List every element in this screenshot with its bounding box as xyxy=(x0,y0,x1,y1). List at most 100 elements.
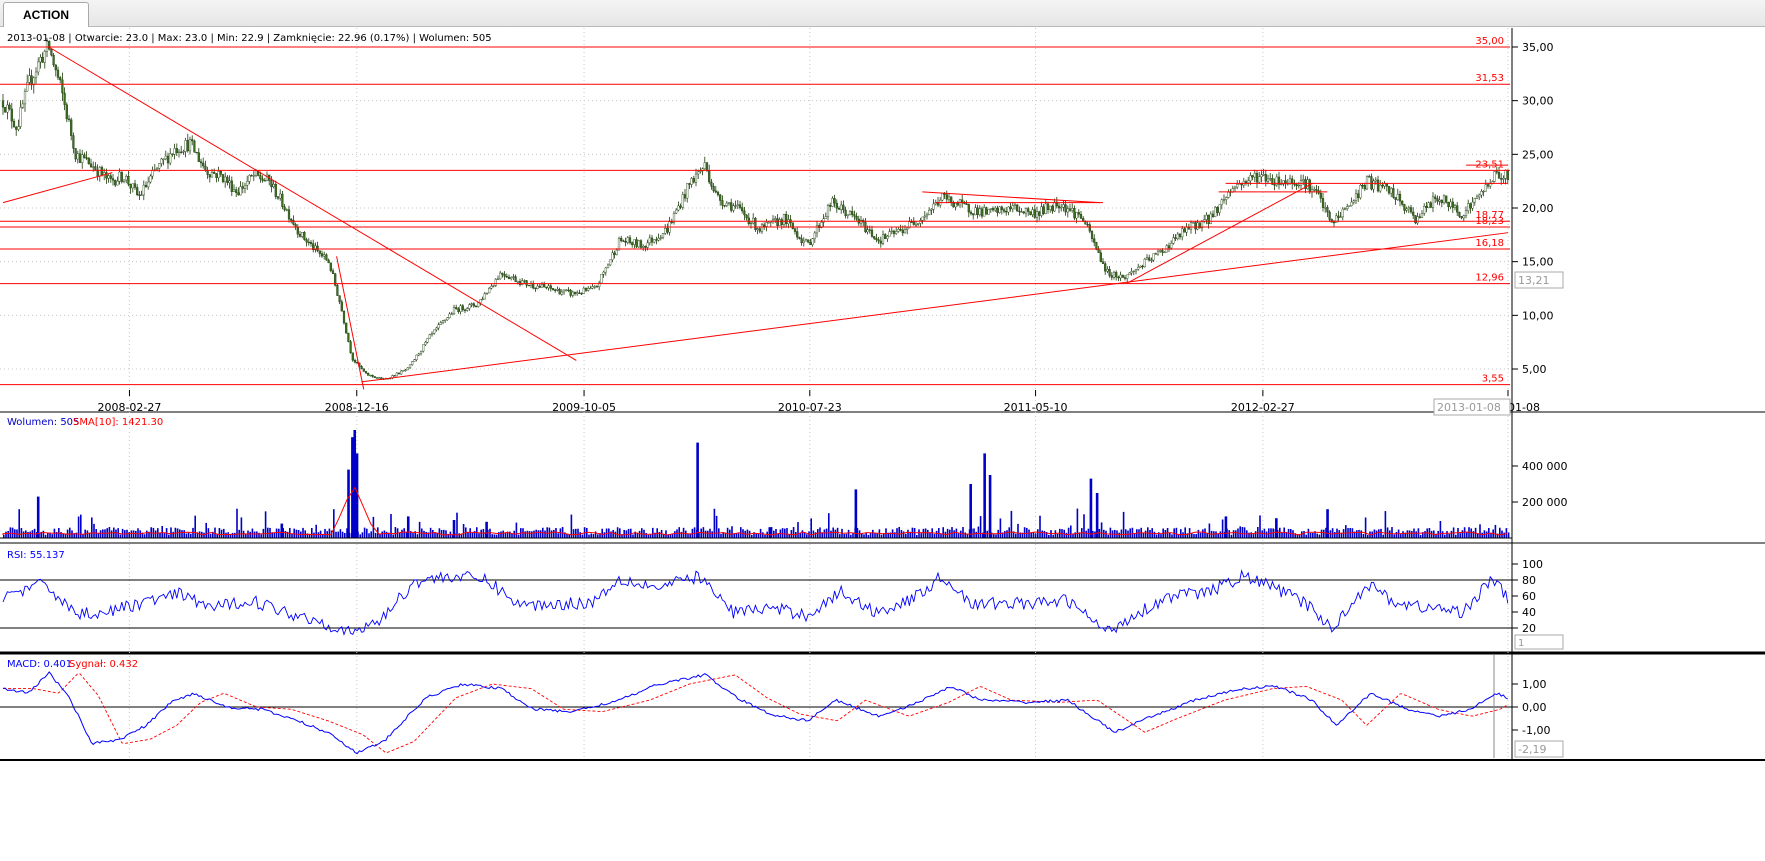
volume-bar xyxy=(185,533,188,538)
candle xyxy=(468,304,471,309)
volume-bar xyxy=(1382,534,1384,538)
candle xyxy=(441,320,445,323)
candle xyxy=(758,228,761,232)
volume-bar xyxy=(707,530,709,538)
candle xyxy=(826,205,830,217)
candle xyxy=(1233,186,1237,189)
volume-bar xyxy=(755,533,757,538)
candle xyxy=(186,140,189,152)
volume-bar xyxy=(390,514,392,538)
candle xyxy=(19,107,22,127)
volume-bar xyxy=(161,526,163,538)
volume-bar xyxy=(1312,532,1314,538)
volume-bar xyxy=(383,530,386,538)
y-tick-label: 25,00 xyxy=(1522,148,1554,161)
volume-bar xyxy=(786,528,788,538)
candle xyxy=(754,217,757,230)
volume-bar xyxy=(865,532,867,538)
volume-bar xyxy=(1239,526,1241,538)
candle xyxy=(1440,199,1443,204)
candle xyxy=(725,202,728,206)
candle xyxy=(406,367,409,371)
candle xyxy=(879,240,882,244)
volume-bar xyxy=(335,531,337,538)
x-tick-label: 2011-05-10 xyxy=(1004,401,1068,414)
volume-bar xyxy=(227,532,229,538)
volume-bar xyxy=(135,530,137,538)
candle xyxy=(1264,174,1267,182)
candle xyxy=(1194,222,1197,230)
volume-bar xyxy=(311,528,313,538)
candle xyxy=(705,162,709,171)
candle xyxy=(1115,272,1118,278)
volume-bar xyxy=(1254,531,1257,538)
candle xyxy=(1027,208,1030,212)
candle xyxy=(397,372,401,375)
candle xyxy=(369,374,372,377)
candle xyxy=(868,229,871,231)
candle xyxy=(6,104,9,113)
level-label: 3,55 xyxy=(1482,374,1504,385)
volume-bar xyxy=(432,529,434,538)
candle xyxy=(730,202,733,211)
candle xyxy=(122,179,126,182)
volume-bar xyxy=(515,522,518,538)
candle xyxy=(930,208,933,211)
candle xyxy=(301,232,304,237)
candle xyxy=(1464,210,1468,216)
volume-bar xyxy=(830,530,832,538)
candle xyxy=(1335,215,1338,223)
candle xyxy=(897,229,900,232)
x-tick-label: 2008-02-27 xyxy=(97,401,161,414)
candle xyxy=(1489,183,1492,187)
volume-bar xyxy=(368,533,370,538)
candle xyxy=(925,214,929,217)
candle xyxy=(972,213,975,216)
candle xyxy=(98,167,101,177)
candle xyxy=(976,207,979,215)
candle xyxy=(873,236,876,239)
stock-chart[interactable]: 2008-02-27 2008-12-16 2009-10-05 2010-07-23… xyxy=(0,26,1765,861)
volume-bar xyxy=(172,531,174,538)
candle xyxy=(340,301,343,312)
candle xyxy=(56,69,60,78)
volume-bar xyxy=(685,530,687,538)
candle xyxy=(1445,195,1448,203)
volume-bar xyxy=(623,530,625,538)
candle xyxy=(760,224,764,232)
candle xyxy=(26,82,29,92)
candle xyxy=(593,286,596,288)
volume-bar xyxy=(1415,531,1417,538)
candle xyxy=(1497,171,1501,179)
volume-bar xyxy=(385,531,388,538)
candle xyxy=(1416,216,1419,224)
volume-bar xyxy=(333,509,335,538)
candle xyxy=(424,341,427,345)
candle xyxy=(21,103,24,108)
volume-bar xyxy=(1439,520,1442,538)
candle xyxy=(166,155,170,164)
candle xyxy=(259,175,262,180)
candle xyxy=(653,239,656,243)
candle xyxy=(1319,192,1322,199)
candle xyxy=(270,180,273,188)
candle xyxy=(1249,175,1252,182)
volume-bar xyxy=(566,534,568,538)
last-date-badge: 2013-01-08 xyxy=(1437,401,1501,414)
tab-action[interactable]: ACTION xyxy=(3,2,89,27)
candle xyxy=(50,49,53,56)
candle xyxy=(743,210,746,216)
candle xyxy=(274,183,277,197)
volume-bar xyxy=(18,509,20,538)
candle xyxy=(243,185,247,189)
candle xyxy=(309,242,313,244)
volume-bar xyxy=(1067,527,1070,538)
volume-bar xyxy=(1015,533,1017,538)
candle xyxy=(195,152,198,154)
candle xyxy=(1315,189,1318,191)
candle xyxy=(670,221,673,223)
candle xyxy=(774,218,777,220)
candle xyxy=(844,209,847,216)
volume-bar xyxy=(1477,533,1479,538)
candle xyxy=(650,237,654,243)
